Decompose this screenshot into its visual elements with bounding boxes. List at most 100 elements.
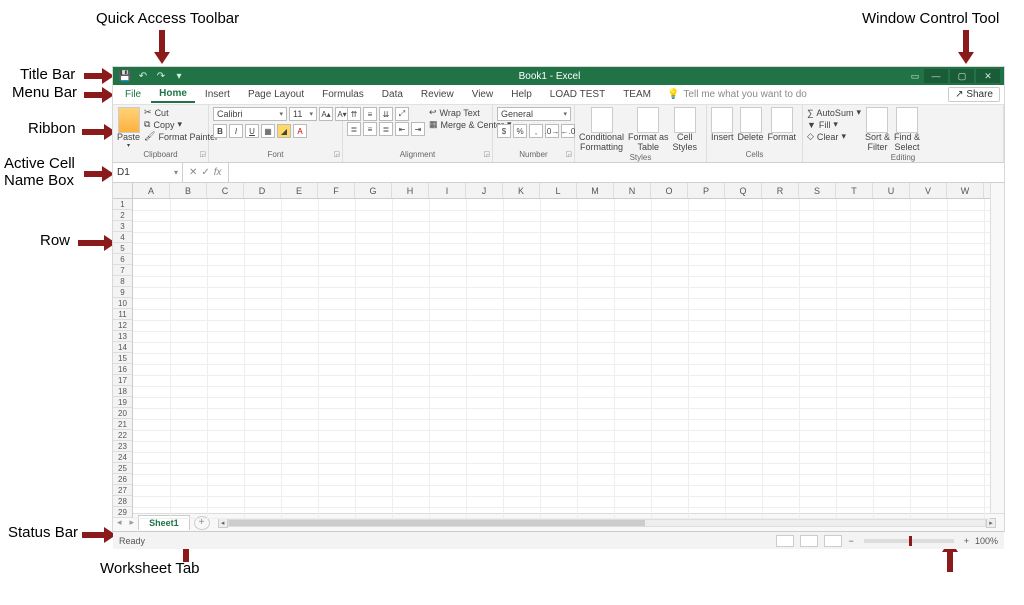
column-header[interactable]: R <box>762 183 799 198</box>
row-header[interactable]: 3 <box>113 221 132 232</box>
row-header[interactable]: 2 <box>113 210 132 221</box>
format-cells-button[interactable]: Format <box>768 107 797 143</box>
share-button[interactable]: ↗ Share <box>948 87 1000 102</box>
row-header[interactable]: 12 <box>113 320 132 331</box>
fill-button[interactable]: ▼ Fill ▾ <box>807 119 861 130</box>
cell-grid[interactable] <box>133 199 990 518</box>
align-top-button[interactable]: ⇈ <box>347 107 361 121</box>
column-header[interactable]: A <box>133 183 170 198</box>
column-header[interactable]: K <box>503 183 540 198</box>
qat-customize-icon[interactable]: ▾ <box>173 70 185 82</box>
tab-home[interactable]: Home <box>151 86 195 103</box>
row-header[interactable]: 8 <box>113 276 132 287</box>
row-header[interactable]: 22 <box>113 430 132 441</box>
align-center-button[interactable]: ≡ <box>363 122 377 136</box>
tab-data[interactable]: Data <box>374 87 411 102</box>
accounting-button[interactable]: $ <box>497 124 511 138</box>
tab-nav-prev[interactable]: ◂ <box>113 517 126 528</box>
undo-icon[interactable]: ↶ <box>137 70 149 82</box>
column-header[interactable]: G <box>355 183 392 198</box>
align-left-button[interactable]: ≣ <box>347 122 361 136</box>
font-size-select[interactable]: 11▾ <box>289 107 317 121</box>
row-header[interactable]: 9 <box>113 287 132 298</box>
number-format-select[interactable]: General▾ <box>497 107 571 121</box>
minimize-button[interactable]: — <box>924 69 948 83</box>
row-header[interactable]: 10 <box>113 298 132 309</box>
indent-inc-button[interactable]: ⇥ <box>411 122 425 136</box>
row-header[interactable]: 13 <box>113 331 132 342</box>
row-headers[interactable]: 1234567891011121314151617181920212223242… <box>113 199 133 518</box>
delete-cells-button[interactable]: Delete <box>738 107 764 143</box>
clear-button[interactable]: ◇ Clear ▾ <box>807 131 861 142</box>
inc-decimal-button[interactable]: .0→ <box>545 124 559 138</box>
row-header[interactable]: 21 <box>113 419 132 430</box>
column-header[interactable]: I <box>429 183 466 198</box>
cell-styles-button[interactable]: Cell Styles <box>673 107 698 153</box>
zoom-slider[interactable] <box>864 539 954 543</box>
row-header[interactable]: 5 <box>113 243 132 254</box>
column-header[interactable]: N <box>614 183 651 198</box>
row-header[interactable]: 25 <box>113 463 132 474</box>
column-header[interactable]: B <box>170 183 207 198</box>
column-headers[interactable]: ABCDEFGHIJKLMNOPQRSTUVW <box>133 183 990 199</box>
tab-load-test[interactable]: LOAD TEST <box>542 87 613 102</box>
tab-help[interactable]: Help <box>503 87 540 102</box>
formula-bar-input[interactable] <box>229 163 1004 182</box>
row-header[interactable]: 1 <box>113 199 132 210</box>
insert-cells-button[interactable]: Insert <box>711 107 734 143</box>
copy-button[interactable]: ⧉ Copy ▾ <box>144 119 218 130</box>
underline-button[interactable]: U <box>245 124 259 138</box>
tab-review[interactable]: Review <box>413 87 462 102</box>
sort-filter-button[interactable]: Sort & Filter <box>865 107 890 153</box>
column-header[interactable]: M <box>577 183 614 198</box>
fill-color-button[interactable]: ◢ <box>277 124 291 138</box>
dialog-launcher-icon[interactable]: ◲ <box>333 150 340 158</box>
row-header[interactable]: 23 <box>113 441 132 452</box>
column-header[interactable]: P <box>688 183 725 198</box>
column-header[interactable]: Q <box>725 183 762 198</box>
column-header[interactable]: L <box>540 183 577 198</box>
column-header[interactable]: E <box>281 183 318 198</box>
view-normal-button[interactable] <box>776 535 794 547</box>
cancel-entry-icon[interactable]: ✕ <box>189 167 197 178</box>
row-header[interactable]: 28 <box>113 496 132 507</box>
column-header[interactable]: F <box>318 183 355 198</box>
row-header[interactable]: 6 <box>113 254 132 265</box>
row-header[interactable]: 20 <box>113 408 132 419</box>
column-header[interactable]: T <box>836 183 873 198</box>
enter-icon[interactable]: ✓ <box>201 167 209 178</box>
close-button[interactable]: ✕ <box>976 69 1000 83</box>
view-page-layout-button[interactable] <box>800 535 818 547</box>
indent-dec-button[interactable]: ⇤ <box>395 122 409 136</box>
column-header[interactable]: H <box>392 183 429 198</box>
hscroll-left[interactable]: ◂ <box>218 518 228 528</box>
row-header[interactable]: 19 <box>113 397 132 408</box>
row-header[interactable]: 11 <box>113 309 132 320</box>
align-bottom-button[interactable]: ⇊ <box>379 107 393 121</box>
percent-button[interactable]: % <box>513 124 527 138</box>
increase-font-button[interactable]: A▴ <box>319 107 333 121</box>
row-header[interactable]: 27 <box>113 485 132 496</box>
row-header[interactable]: 16 <box>113 364 132 375</box>
conditional-formatting-button[interactable]: Conditional Formatting <box>579 107 624 153</box>
name-box[interactable]: D1▾ <box>113 163 183 182</box>
dialog-launcher-icon[interactable]: ◲ <box>565 150 572 158</box>
zoom-in-button[interactable]: + <box>964 536 969 546</box>
ribbon-options-icon[interactable]: ▭ <box>908 69 922 83</box>
dialog-launcher-icon[interactable]: ◲ <box>199 150 206 158</box>
tell-me-search[interactable]: 💡Tell me what you want to do <box>667 89 807 100</box>
tab-team[interactable]: TEAM <box>615 87 659 102</box>
row-header[interactable]: 7 <box>113 265 132 276</box>
paste-button[interactable]: Paste▾ <box>117 107 140 149</box>
column-header[interactable]: W <box>947 183 984 198</box>
redo-icon[interactable]: ↷ <box>155 70 167 82</box>
select-all-corner[interactable] <box>113 183 133 199</box>
view-page-break-button[interactable] <box>824 535 842 547</box>
row-header[interactable]: 26 <box>113 474 132 485</box>
column-header[interactable]: U <box>873 183 910 198</box>
hscroll-right[interactable]: ▸ <box>986 518 996 528</box>
column-header[interactable]: O <box>651 183 688 198</box>
tab-file[interactable]: File <box>117 87 149 102</box>
tab-insert[interactable]: Insert <box>197 87 238 102</box>
format-as-table-button[interactable]: Format as Table <box>628 107 669 153</box>
